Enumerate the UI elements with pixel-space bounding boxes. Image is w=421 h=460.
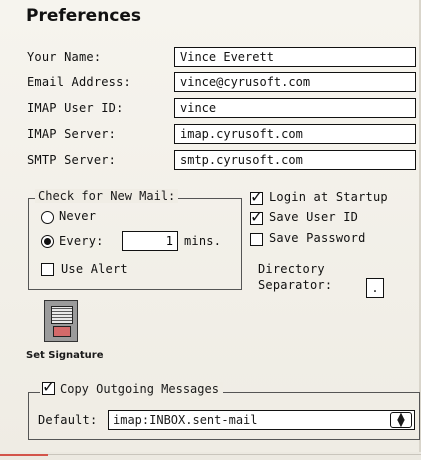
directory-separator-field[interactable]: . <box>366 278 384 298</box>
use-alert-checkbox[interactable] <box>41 263 54 276</box>
bottom-edge <box>0 452 421 460</box>
check-mail-group-title: Check for New Mail: <box>35 189 179 203</box>
save-password-checkbox[interactable] <box>250 233 263 246</box>
set-signature-label[interactable]: Set Signature <box>26 350 104 361</box>
never-label: Never <box>59 209 97 223</box>
copy-outgoing-checkbox[interactable] <box>42 377 55 396</box>
copy-outgoing-header: Copy Outgoing Messages <box>40 377 223 400</box>
smtp-server-field[interactable] <box>174 150 416 170</box>
your-name-label: Your Name: <box>27 50 102 64</box>
every-label: Every: <box>59 234 104 248</box>
login-at-startup-checkbox[interactable] <box>250 187 263 206</box>
red-rule <box>0 454 48 456</box>
copy-outgoing-label: Copy Outgoing Messages <box>60 382 219 396</box>
imap-user-id-label: IMAP User ID: <box>27 101 124 115</box>
mins-label: mins. <box>184 234 222 248</box>
login-at-startup-label: Login at Startup <box>269 190 388 204</box>
save-user-id-label: Save User ID <box>269 210 359 224</box>
imap-server-label: IMAP Server: <box>27 127 117 141</box>
email-address-field[interactable] <box>174 72 416 92</box>
every-radio[interactable] <box>41 235 54 248</box>
save-password-label: Save Password <box>269 231 366 245</box>
email-address-label: Email Address: <box>27 75 131 89</box>
signature-icon-pad <box>53 326 71 337</box>
signature-icon[interactable] <box>44 300 78 342</box>
directory-separator-label-line2: Separator: <box>258 278 333 292</box>
directory-separator-label-line1: Directory <box>258 262 325 276</box>
smtp-server-label: SMTP Server: <box>27 153 117 167</box>
never-radio[interactable] <box>41 211 54 224</box>
default-mailbox-value: imap:INBOX.sent-mail <box>113 413 258 427</box>
imap-server-field[interactable] <box>174 124 416 144</box>
use-alert-label: Use Alert <box>61 262 128 276</box>
up-down-arrows-icon: ▲ ▼ <box>390 412 412 429</box>
preferences-window: Preferences Your Name: Email Address: IM… <box>0 0 421 460</box>
default-mailbox-popup[interactable]: imap:INBOX.sent-mail ▲ ▼ <box>108 410 415 430</box>
signature-icon-screen <box>51 306 73 324</box>
default-label: Default: <box>38 413 98 427</box>
check-interval-field[interactable] <box>122 231 178 251</box>
grey-rule <box>48 454 421 455</box>
window-title: Preferences <box>26 6 142 26</box>
your-name-field[interactable] <box>174 47 416 67</box>
imap-user-id-field[interactable] <box>174 98 416 118</box>
save-user-id-checkbox[interactable] <box>250 207 263 226</box>
